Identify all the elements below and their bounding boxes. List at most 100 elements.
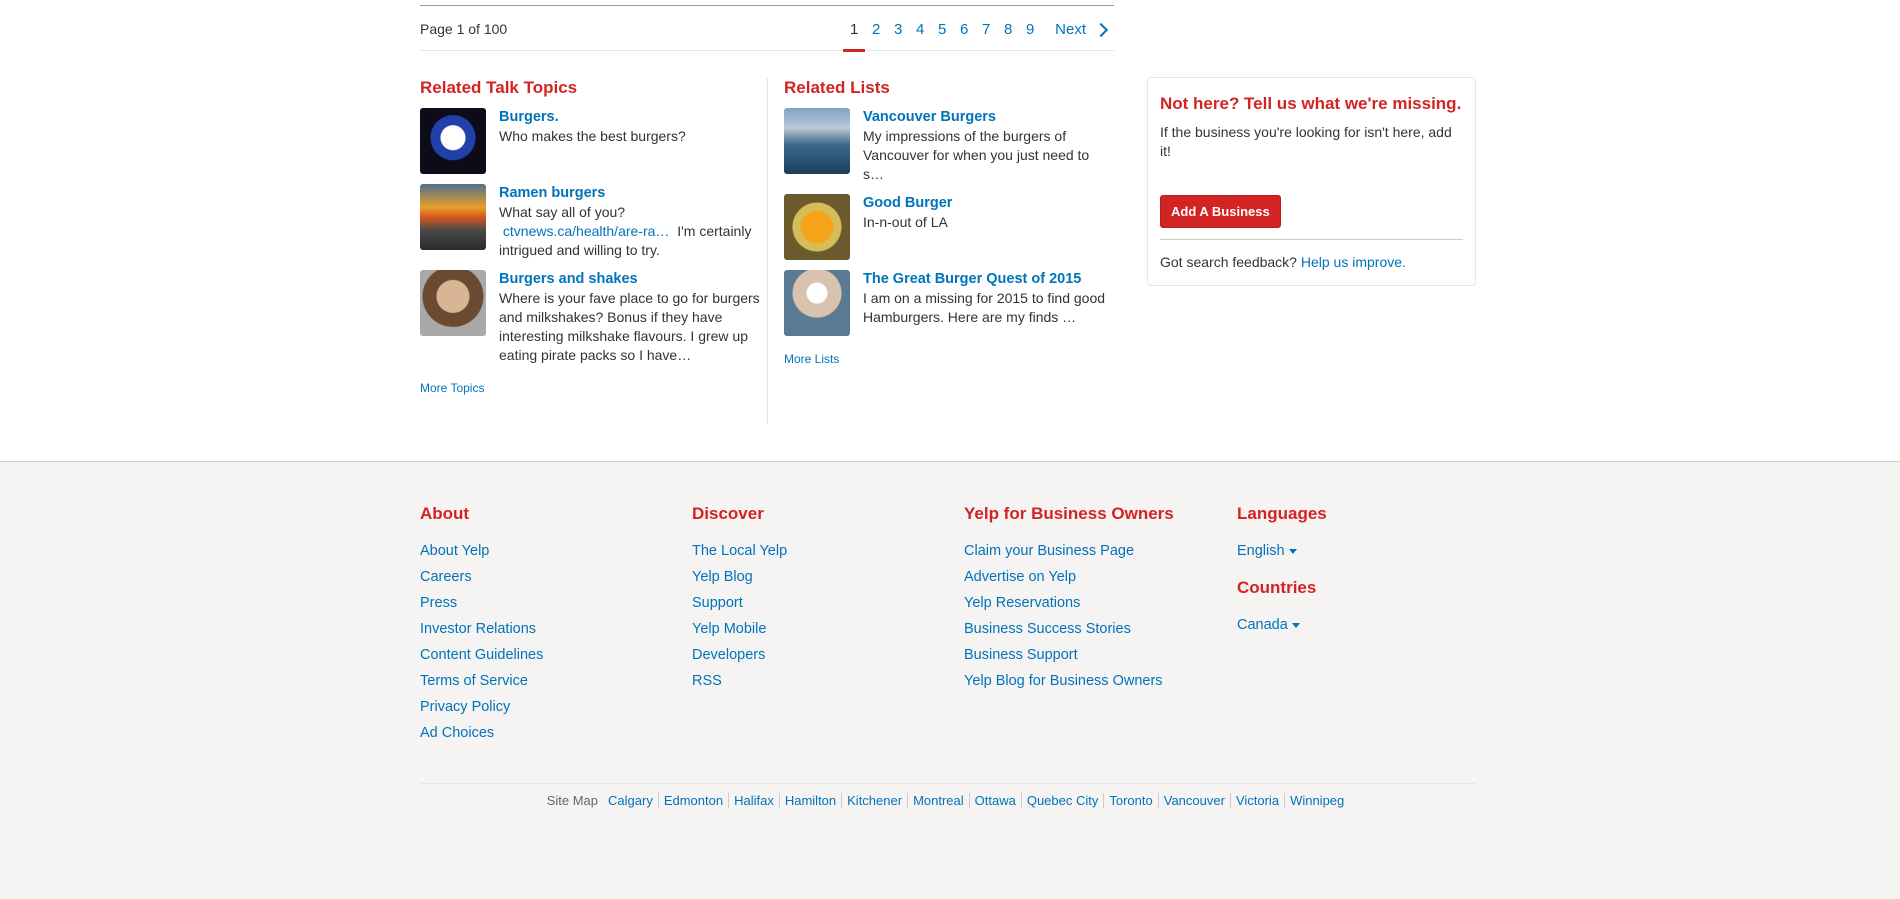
footer-about: About About Yelp Careers Press Investor … [420, 504, 543, 746]
city-link[interactable]: Hamilton [778, 793, 842, 808]
footer-link[interactable]: Yelp Blog [692, 569, 753, 585]
language-dropdown[interactable]: English [1237, 543, 1297, 559]
talk-title-link[interactable]: Burgers. [499, 108, 760, 127]
list-title-link[interactable]: Good Burger [863, 194, 1114, 213]
list-snippet: In-n-out of LA [863, 214, 948, 230]
caret-down-icon [1288, 548, 1297, 554]
city-link[interactable]: Montreal [907, 793, 969, 808]
footer-link[interactable]: Press [420, 595, 457, 611]
talk-snippet-link[interactable]: ctvnews.ca/health/are-ra… [503, 223, 670, 239]
footer-link[interactable]: Business Support [964, 647, 1078, 663]
list-item: Good Burger In-n-out of LA [784, 194, 1114, 260]
footer-link[interactable]: Claim your Business Page [964, 543, 1134, 559]
talk-thumbnail[interactable] [420, 108, 486, 174]
talk-snippet: What say all of you? [499, 204, 626, 220]
talk-title-link[interactable]: Burgers and shakes [499, 270, 760, 289]
page-links: 1 2 3 4 5 6 7 8 9 Next [843, 21, 1109, 52]
footer-link[interactable]: Careers [420, 569, 472, 585]
footer-heading: Yelp for Business Owners [964, 504, 1174, 523]
list-thumbnail[interactable] [784, 270, 850, 336]
more-lists-link[interactable]: More Lists [784, 352, 1114, 366]
footer-link[interactable]: RSS [692, 673, 722, 689]
city-link[interactable]: Ottawa [968, 793, 1021, 808]
footer-link[interactable]: Advertise on Yelp [964, 569, 1076, 585]
talk-thumbnail[interactable] [420, 184, 486, 250]
footer-link[interactable]: Privacy Policy [420, 699, 510, 715]
page-summary: Page 1 of 100 [420, 21, 508, 37]
help-improve-link[interactable]: Help us improve. [1301, 254, 1406, 270]
country-value: Canada [1237, 617, 1288, 633]
footer-link[interactable]: Yelp Reservations [964, 595, 1080, 611]
footer-heading: Languages [1237, 504, 1327, 523]
talk-item: Burgers and shakes Where is your fave pl… [420, 270, 760, 365]
talk-heading: Related Talk Topics [420, 78, 578, 97]
page-9-link[interactable]: 9 [1019, 21, 1041, 38]
footer-link[interactable]: Investor Relations [420, 621, 536, 637]
footer-business: Yelp for Business Owners Claim your Busi… [964, 504, 1174, 694]
footer-link[interactable]: The Local Yelp [692, 543, 787, 559]
caret-down-icon [1291, 622, 1300, 628]
feedback-text: Got search feedback? [1160, 254, 1297, 270]
page-7-link[interactable]: 7 [975, 21, 997, 38]
missing-business-text: If the business you're looking for isn't… [1160, 124, 1452, 159]
page-6-link[interactable]: 6 [953, 21, 975, 38]
missing-business-heading: Not here? Tell us what we're missing. [1160, 94, 1462, 113]
page-2-link[interactable]: 2 [865, 21, 887, 38]
site-map-label: Site Map [546, 793, 599, 808]
related-lists: Related Lists Vancouver Burgers My impre… [784, 78, 1114, 366]
missing-business-box: Not here? Tell us what we're missing. If… [1147, 77, 1476, 286]
list-snippet: My impressions of the burgers of Vancouv… [863, 128, 1090, 182]
city-link[interactable]: Vancouver [1157, 793, 1230, 808]
talk-title-link[interactable]: Ramen burgers [499, 184, 760, 203]
talk-item: Ramen burgers What say all of you? ctvne… [420, 184, 760, 260]
country-dropdown[interactable]: Canada [1237, 617, 1300, 633]
footer-link[interactable]: Terms of Service [420, 673, 528, 689]
divider [1160, 239, 1463, 240]
footer-link[interactable]: Ad Choices [420, 725, 494, 741]
footer-divider [420, 783, 1476, 784]
list-thumbnail[interactable] [784, 108, 850, 174]
list-item: The Great Burger Quest of 2015 I am on a… [784, 270, 1114, 336]
talk-snippet: Who makes the best burgers? [499, 128, 686, 144]
city-link[interactable]: Quebec City [1020, 793, 1104, 808]
footer-link[interactable]: Support [692, 595, 743, 611]
footer-link[interactable]: Yelp Blog for Business Owners [964, 673, 1163, 689]
list-title-link[interactable]: Vancouver Burgers [863, 108, 1114, 127]
page-1-link[interactable]: 1 [843, 21, 866, 52]
footer-link[interactable]: About Yelp [420, 543, 489, 559]
language-value: English [1237, 543, 1285, 559]
city-link[interactable]: Victoria [1229, 793, 1285, 808]
footer-heading: Countries [1237, 578, 1317, 597]
city-link[interactable]: Edmonton [657, 793, 729, 808]
footer-heading: About [420, 504, 470, 523]
footer: About About Yelp Careers Press Investor … [0, 461, 1900, 899]
list-title-link[interactable]: The Great Burger Quest of 2015 [863, 270, 1114, 289]
page-3-link[interactable]: 3 [887, 21, 909, 38]
talk-thumbnail[interactable] [420, 270, 486, 336]
footer-heading: Discover [692, 504, 764, 523]
next-page-link[interactable]: Next [1055, 21, 1086, 38]
chevron-right-icon[interactable] [1093, 22, 1109, 37]
page-5-link[interactable]: 5 [931, 21, 953, 38]
city-link[interactable]: Calgary [603, 793, 658, 808]
footer-link[interactable]: Business Success Stories [964, 621, 1131, 637]
city-link[interactable]: Toronto [1103, 793, 1158, 808]
footer-link[interactable]: Yelp Mobile [692, 621, 766, 637]
city-link[interactable]: Winnipeg [1284, 793, 1350, 808]
search-feedback: Got search feedback? Help us improve. [1160, 254, 1406, 270]
footer-languages: Languages English Countries Canada [1237, 504, 1327, 638]
talk-snippet: Where is your fave place to go for burge… [499, 290, 760, 363]
list-item: Vancouver Burgers My impressions of the … [784, 108, 1114, 184]
city-link[interactable]: Halifax [728, 793, 779, 808]
more-topics-link[interactable]: More Topics [420, 381, 760, 395]
footer-link[interactable]: Content Guidelines [420, 647, 543, 663]
list-snippet: I am on a missing for 2015 to find good … [863, 290, 1106, 325]
add-business-button[interactable]: Add A Business [1160, 195, 1281, 228]
list-thumbnail[interactable] [784, 194, 850, 260]
city-link[interactable]: Kitchener [841, 793, 908, 808]
footer-discover: Discover The Local Yelp Yelp Blog Suppor… [692, 504, 787, 694]
page-8-link[interactable]: 8 [997, 21, 1019, 38]
footer-link[interactable]: Developers [692, 647, 765, 663]
pagination-bar: Page 1 of 100 1 2 3 4 5 6 7 8 9 Next [420, 5, 1114, 52]
page-4-link[interactable]: 4 [909, 21, 931, 38]
